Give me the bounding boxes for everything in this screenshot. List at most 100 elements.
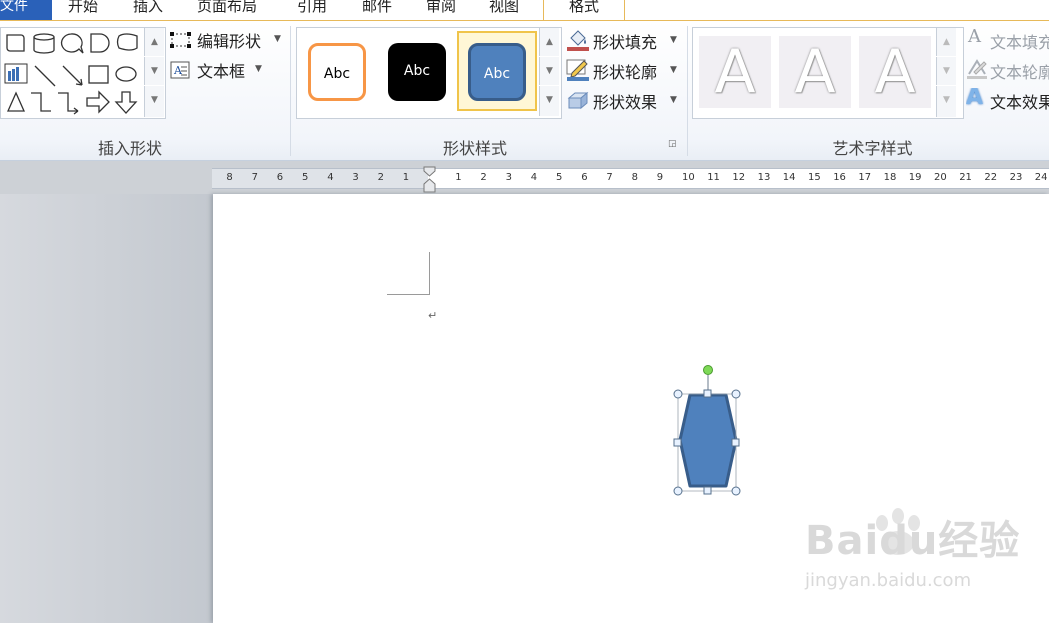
tab-format[interactable]: 格式 [543, 0, 625, 22]
baidu-watermark-url: jingyan.baidu.com [805, 570, 972, 591]
shape-effects-button[interactable]: 形状效果 ▼ [566, 88, 682, 112]
resize-handle-right[interactable] [731, 438, 740, 447]
shape-style-1-label: Abc [323, 66, 351, 82]
resize-handle-bottom-left[interactable] [673, 486, 683, 496]
shape-style-orange-outline[interactable]: Abc [308, 43, 366, 101]
ruler-number: 3 [352, 172, 359, 183]
text-box-dropdown-icon: ▼ [255, 64, 262, 74]
tab-insert[interactable]: 插入 [133, 0, 163, 20]
resize-handle-top-right[interactable] [731, 389, 741, 399]
group-divider [290, 26, 291, 156]
tab-view[interactable]: 视图 [489, 0, 519, 20]
elbow-connector-icon [31, 92, 51, 112]
elbow-arrow-connector-icon [58, 92, 79, 115]
ruler-number: 8 [226, 172, 233, 183]
pencil-outline-icon [566, 59, 589, 81]
shape-style-2-label: Abc [403, 63, 431, 79]
edit-shape-button[interactable]: 编辑形状 ▼ [169, 28, 284, 52]
wordart-gallery-scroll-up[interactable]: ▲ [936, 28, 956, 56]
wordart-styles-group-label: 艺术字样式 [832, 139, 913, 158]
text-fill-icon: A [968, 28, 981, 47]
resize-handle-top[interactable] [703, 389, 712, 398]
triangle-shape-icon [6, 91, 26, 112]
shape-outline-dropdown-icon: ▼ [670, 65, 677, 75]
text-box-label: 文本框 [197, 62, 246, 81]
shape-gallery-icons [4, 33, 138, 115]
tab-file-label: 文件 [0, 0, 28, 14]
oval-shape-icon [115, 66, 137, 82]
shape-outline-label: 形状轮廓 [593, 63, 658, 82]
ruler-number: 19 [908, 172, 922, 183]
text-outline-button[interactable]: 文本轮廓 [966, 58, 1049, 82]
ruler-number: 7 [606, 172, 613, 183]
ruler-number: 1 [455, 172, 462, 183]
wordart-style-2[interactable]: A [779, 36, 851, 108]
style-gallery-scroll-down[interactable]: ▼ [539, 57, 559, 85]
style-gallery-more[interactable]: ▼ [539, 86, 559, 116]
tab-page-layout[interactable]: 页面布局 [197, 0, 257, 20]
wordart-style-3[interactable]: A [859, 36, 931, 108]
resize-handle-bottom-right[interactable] [731, 486, 741, 496]
text-outline-icon [967, 59, 987, 79]
shape-style-blue-fill[interactable]: Abc [468, 43, 526, 101]
document-left-margin-area [0, 194, 213, 623]
text-box-button[interactable]: A 文本框 ▼ [169, 58, 269, 82]
wordart-style-3-letter: A [874, 37, 916, 107]
shape-effects-icon [567, 91, 589, 110]
ruler-number: 6 [581, 172, 588, 183]
shape-fill-dropdown-icon: ▼ [670, 35, 677, 45]
tab-mailings[interactable]: 邮件 [362, 0, 392, 20]
ruler-number: 24 [1034, 172, 1048, 183]
line-shape-icon [34, 65, 56, 87]
ruler-number: 20 [934, 172, 947, 183]
ruler-number: 3 [505, 172, 512, 183]
shape-outline-button[interactable]: 形状轮廓 ▼ [566, 58, 682, 82]
wordart-style-1[interactable]: A [699, 36, 771, 108]
shape-styles-dialog-launcher-icon[interactable]: ◲ [668, 139, 678, 149]
rectangle-shape-icon [88, 65, 109, 84]
shape-gallery-scroll-down[interactable]: ▼ [144, 57, 164, 85]
ruler-number: 5 [302, 172, 309, 183]
wordart-gallery-more[interactable]: ▼ [936, 86, 956, 117]
arrow-line-shape-icon [62, 65, 83, 86]
resize-handle-left[interactable] [673, 438, 682, 447]
d-shape-icon [90, 33, 110, 53]
tab-references[interactable]: 引用 [297, 0, 327, 20]
wordart-gallery-scroll-down[interactable]: ▼ [936, 57, 956, 85]
text-fill-label: 文本填充 [990, 33, 1049, 52]
octagon-shape-body[interactable] [678, 393, 738, 488]
shape-gallery-more[interactable]: ▼ [144, 86, 164, 117]
margin-corner-mark [387, 294, 430, 295]
ruler-number: 10 [682, 172, 695, 183]
tab-format-label: 格式 [568, 0, 599, 15]
wordart-gallery: A A A ▲ ▼ ▼ [692, 27, 964, 119]
ruler-number: 11 [707, 172, 720, 183]
shape-fill-button[interactable]: 形状填充 ▼ [566, 28, 682, 52]
ruler-number: 1 [402, 172, 410, 183]
rounded-rect-shape-icon [6, 34, 25, 52]
insert-shapes-group-label: 插入形状 [97, 139, 162, 158]
rotation-handle[interactable] [703, 365, 713, 375]
ruler-number: 2 [377, 172, 384, 183]
tab-review[interactable]: 审阅 [426, 0, 456, 20]
ruler-number: 22 [984, 172, 998, 183]
style-gallery-scroll-up[interactable]: ▲ [539, 28, 559, 56]
resize-handle-top-left[interactable] [673, 389, 683, 399]
tab-file[interactable]: 文件 [0, 0, 52, 20]
ruler-number: 14 [782, 172, 796, 183]
tab-home[interactable]: 开始 [68, 0, 98, 20]
shape-style-3-label: Abc [483, 66, 511, 82]
ruler-number: 12 [732, 172, 746, 183]
ruler-number: 6 [276, 172, 284, 183]
text-effects-button[interactable]: A 文本效果 [966, 88, 1049, 112]
ruler-number: 17 [858, 172, 872, 183]
indent-marker-icon[interactable] [423, 166, 436, 194]
edit-shape-icon [170, 32, 191, 48]
selected-octagon-shape[interactable] [668, 360, 748, 500]
shape-gallery-scroll-up[interactable]: ▲ [144, 28, 164, 56]
ruler-number: 5 [556, 172, 563, 183]
ribbon-tab-bar: 文件 开始 插入 页面布局 引用 邮件 审阅 视图 格式 [0, 0, 1049, 22]
text-fill-button[interactable]: A 文本填充 [966, 28, 1049, 52]
resize-handle-bottom[interactable] [703, 486, 712, 495]
shape-style-black-fill[interactable]: Abc [388, 43, 446, 101]
